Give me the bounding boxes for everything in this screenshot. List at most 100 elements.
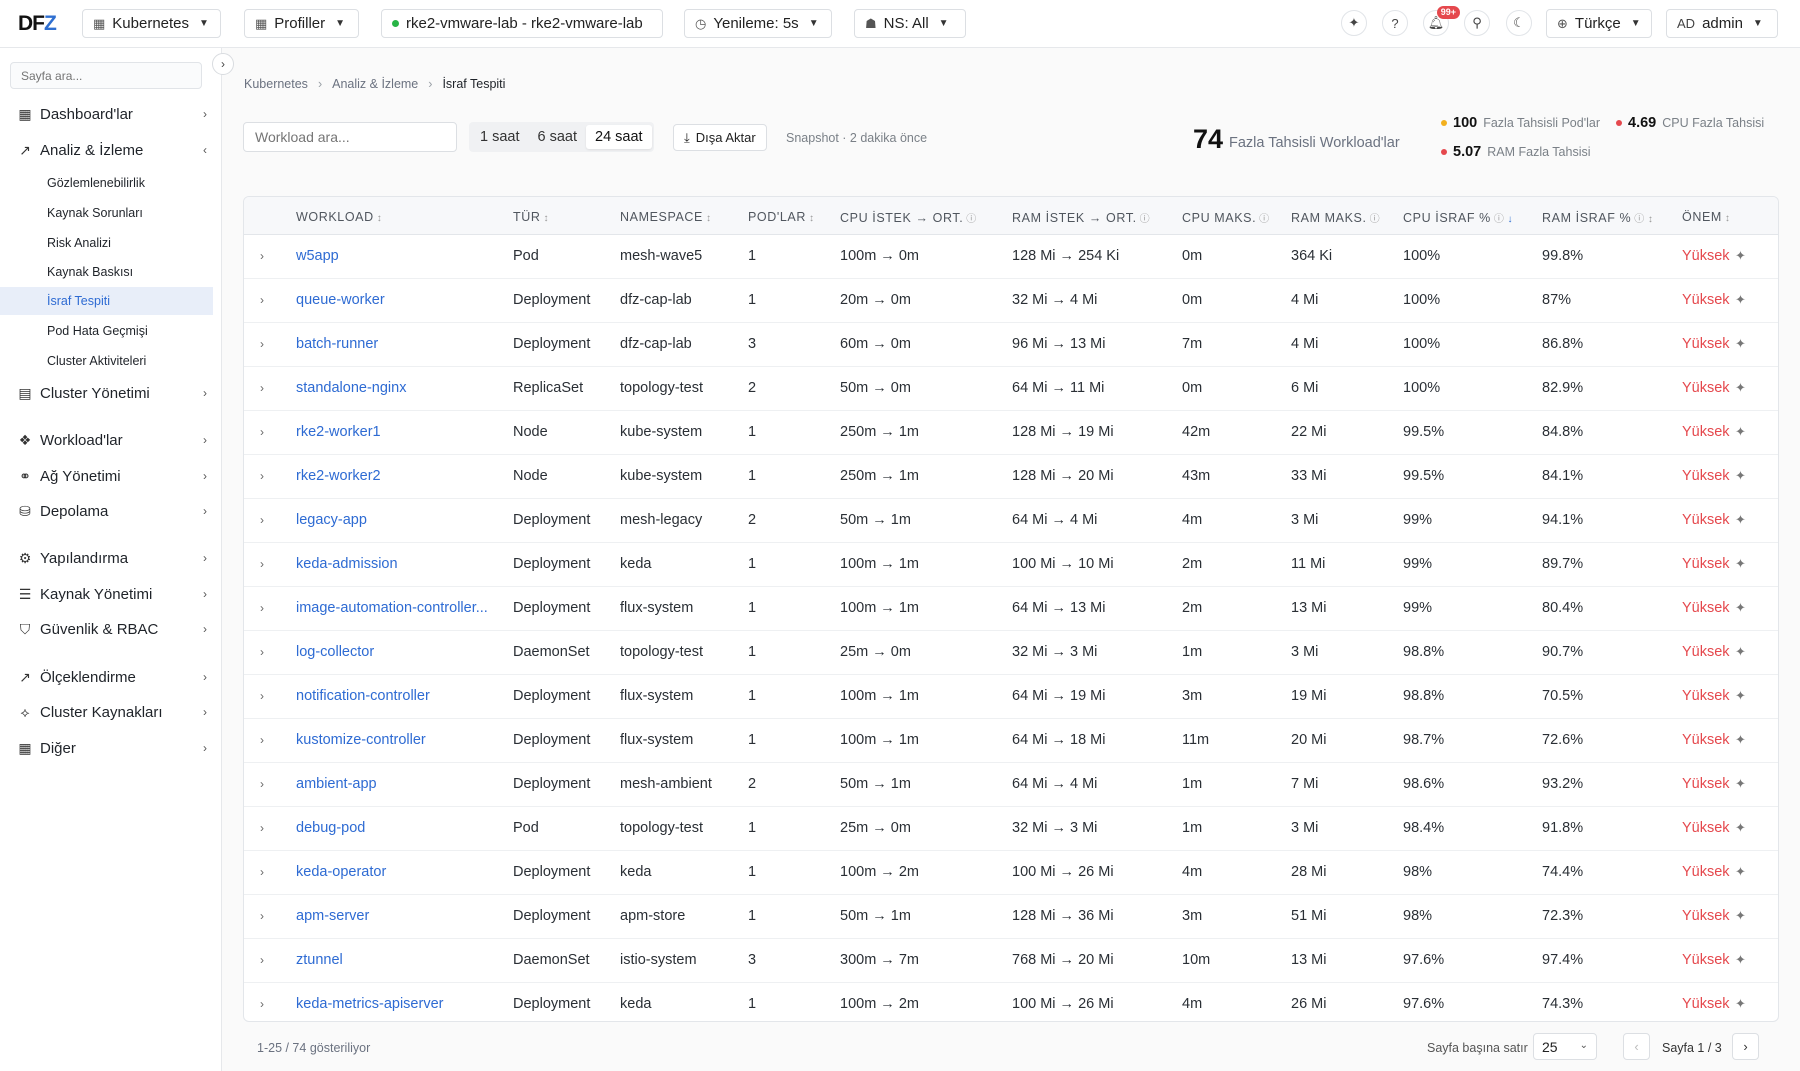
workload-link[interactable]: log-collector [296,644,374,660]
workload-link[interactable]: image-automation-controller... [296,600,488,616]
sidebar-item-analysis[interactable]: ↗ Analiz & İzleme ‹ [0,135,213,165]
workload-link[interactable]: keda-metrics-apiserver [296,996,443,1012]
ai-assistant-button[interactable]: ✦ [1341,10,1367,36]
table-row[interactable]: › keda-metrics-apiserver Deployment keda 1 10… [244,983,1778,1021]
sidebar-subitem-pod-failure-history[interactable]: Pod Hata Geçmişi [0,317,213,345]
workload-link[interactable]: rke2-worker1 [296,424,381,440]
column-header-cpu-waste[interactable]: CPU İSRAF % ⓘ ↓ [1403,210,1513,225]
table-row[interactable]: › ztunnel DaemonSet istio-system 3 300m → 7m 7… [244,939,1778,983]
workload-link[interactable]: ztunnel [296,952,343,968]
sidebar-item-other[interactable]: ▦ Diğer › [0,733,213,763]
table-row[interactable]: › batch-runner Deployment dfz-cap-lab 3 60m →… [244,323,1778,367]
column-header-cpu-request[interactable]: CPU İSTEK → ORT. ⓘ [840,210,977,225]
prev-page-button[interactable]: ‹ [1623,1033,1650,1060]
expand-row-icon[interactable]: › [260,425,264,439]
column-header-severity[interactable]: ÖNEM ↕ [1682,210,1731,224]
ai-analyze-icon[interactable]: ✦ [1735,952,1746,968]
notifications-button[interactable]: 🔔︎ 99+ [1423,6,1460,36]
export-button[interactable]: ⤓ Dışa Aktar [673,124,767,151]
sidebar-item-dashboards[interactable]: ▦ Dashboard'lar › [0,99,213,129]
ai-analyze-icon[interactable]: ✦ [1735,424,1746,440]
user-menu[interactable]: AD admin ▼ [1666,9,1778,38]
next-page-button[interactable]: › [1732,1033,1759,1060]
table-row[interactable]: › queue-worker Deployment dfz-cap-lab 1 20m →… [244,279,1778,323]
table-row[interactable]: › log-collector DaemonSet topology-test 1 25m… [244,631,1778,675]
expand-row-icon[interactable]: › [260,381,264,395]
namespace-selector[interactable]: ☗ NS: All ▼ [854,9,966,38]
workload-link[interactable]: keda-admission [296,556,398,572]
ai-analyze-icon[interactable]: ✦ [1735,600,1746,616]
profiles-menu[interactable]: ▦ Profiller ▼ [244,9,359,38]
sidebar-subitem-waste-detection[interactable]: İsraf Tespiti [0,287,213,315]
theme-toggle-button[interactable]: ☾ [1506,10,1532,36]
range-1h-button[interactable]: 1 saat [471,125,529,149]
sidebar-item-configuration[interactable]: ⚙ Yapılandırma › [0,543,213,573]
sidebar-subitem-resource-issues[interactable]: Kaynak Sorunları [0,199,213,227]
table-row[interactable]: › ambient-app Deployment mesh-ambient 2 50m →… [244,763,1778,807]
ai-analyze-icon[interactable]: ✦ [1735,292,1746,308]
expand-row-icon[interactable]: › [260,337,264,351]
expand-row-icon[interactable]: › [260,249,264,263]
expand-row-icon[interactable]: › [260,865,264,879]
workload-link[interactable]: notification-controller [296,688,430,704]
sidebar-item-network[interactable]: ⚭ Ağ Yönetimi › [0,461,213,491]
workload-link[interactable]: keda-operator [296,864,386,880]
rows-per-page-select[interactable]: 25 ⌄ [1533,1033,1597,1060]
breadcrumb-item[interactable]: Analiz & İzleme [332,77,418,91]
table-row[interactable]: › w5app Pod mesh-wave5 1 100m → 0m 128 Mi → 25… [244,235,1778,279]
ai-analyze-icon[interactable]: ✦ [1735,820,1746,836]
expand-row-icon[interactable]: › [260,821,264,835]
language-selector[interactable]: ⊕ Türkçe ▼ [1546,9,1652,38]
sidebar-subitem-risk-analysis[interactable]: Risk Analizi [0,229,213,257]
ai-analyze-icon[interactable]: ✦ [1735,864,1746,880]
column-header-type[interactable]: TÜR ↕ [513,210,549,224]
sidebar-subitem-cluster-activities[interactable]: Cluster Aktiviteleri [0,347,213,375]
workload-link[interactable]: apm-server [296,908,369,924]
ai-analyze-icon[interactable]: ✦ [1735,380,1746,396]
expand-row-icon[interactable]: › [260,601,264,615]
expand-row-icon[interactable]: › [260,557,264,571]
help-button[interactable]: ? [1382,10,1408,36]
workload-link[interactable]: ambient-app [296,776,377,792]
column-header-namespace[interactable]: NAMESPACE ↕ [620,210,712,224]
workload-link[interactable]: w5app [296,248,339,264]
table-row[interactable]: › apm-server Deployment apm-store 1 50m → 1m 1… [244,895,1778,939]
workload-link[interactable]: legacy-app [296,512,367,528]
sidebar-item-cluster-resources[interactable]: ⟡ Cluster Kaynakları › [0,697,213,727]
range-6h-button[interactable]: 6 saat [529,125,587,149]
table-row[interactable]: › rke2-worker1 Node kube-system 1 250m → 1m 12… [244,411,1778,455]
column-header-ram-max[interactable]: RAM MAKS. ⓘ [1291,210,1380,225]
range-24h-button[interactable]: 24 saat [586,125,652,149]
ai-analyze-icon[interactable]: ✦ [1735,556,1746,572]
expand-row-icon[interactable]: › [260,909,264,923]
workload-link[interactable]: batch-runner [296,336,378,352]
column-header-ram-waste[interactable]: RAM İSRAF % ⓘ ↕ [1542,210,1653,225]
table-row[interactable]: › debug-pod Pod topology-test 1 25m → 0m 32 Mi… [244,807,1778,851]
ai-analyze-icon[interactable]: ✦ [1735,512,1746,528]
breadcrumb-item[interactable]: Kubernetes [244,77,308,91]
workload-link[interactable]: rke2-worker2 [296,468,381,484]
column-header-cpu-max[interactable]: CPU MAKS. ⓘ [1182,210,1270,225]
ai-analyze-icon[interactable]: ✦ [1735,688,1746,704]
sidebar-item-storage[interactable]: ⛁ Depolama › [0,496,213,526]
column-header-workload[interactable]: WORKLOAD ↕ [296,210,382,224]
expand-row-icon[interactable]: › [260,953,264,967]
ai-analyze-icon[interactable]: ✦ [1735,336,1746,352]
sidebar-item-scaling[interactable]: ↗ Ölçeklendirme › [0,662,213,692]
workload-link[interactable]: queue-worker [296,292,385,308]
expand-row-icon[interactable]: › [260,293,264,307]
workload-link[interactable]: kustomize-controller [296,732,426,748]
expand-row-icon[interactable]: › [260,513,264,527]
table-row[interactable]: › notification-controller Deployment flux-s… [244,675,1778,719]
ai-analyze-icon[interactable]: ✦ [1735,468,1746,484]
table-row[interactable]: › keda-operator Deployment keda 1 100m → 2m 10… [244,851,1778,895]
sidebar-item-workloads[interactable]: ❖ Workload'lar › [0,425,213,455]
cluster-selector[interactable]: rke2-vmware-lab - rke2-vmware-lab [381,9,663,38]
table-row[interactable]: › image-automation-controller... Deploymen… [244,587,1778,631]
column-header-ram-request[interactable]: RAM İSTEK → ORT. ⓘ [1012,210,1150,225]
table-row[interactable]: › keda-admission Deployment keda 1 100m → 1m 1… [244,543,1778,587]
workload-search-input[interactable] [243,122,457,152]
refresh-selector[interactable]: ◷ Yenileme: 5s ▼ [684,9,832,38]
app-logo[interactable]: DFZ [18,12,57,36]
workload-link[interactable]: standalone-nginx [296,380,406,396]
